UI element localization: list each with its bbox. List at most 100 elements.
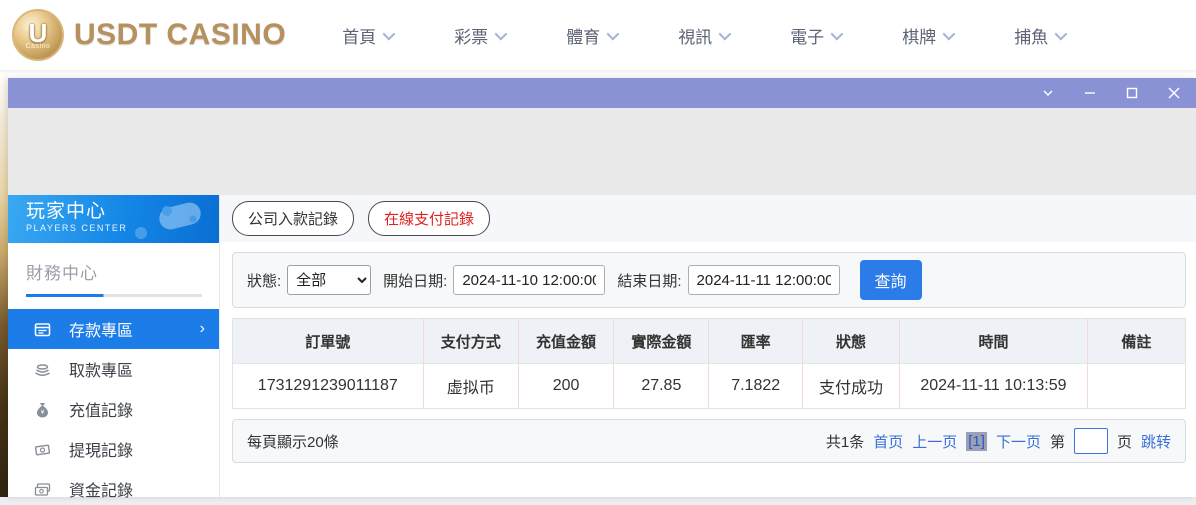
pagination-bar: 每頁顯示20條 共1条 首页 上一页 [1] 下一页 第 页 跳转 (232, 419, 1186, 463)
jump-button[interactable]: 跳转 (1141, 431, 1171, 452)
minimize-icon[interactable] (1082, 85, 1098, 101)
prev-page-link[interactable]: 上一页 (912, 431, 957, 452)
sidebar: 玩家中心 PLAYERS CENTER 財務中心 存款專區 › 取款專區 ¥ 充… (8, 195, 220, 500)
gamepad-icon (135, 202, 201, 239)
sidebar-header: 玩家中心 PLAYERS CENTER (8, 195, 219, 243)
sidebar-item-label: 資金記錄 (69, 483, 134, 500)
logo-sub-label: Casino (25, 42, 51, 50)
cashout-icon (34, 441, 51, 458)
chevron-down-icon (830, 27, 844, 40)
table-header-row: 訂單號 支付方式 充值金額 實際金額 匯率 狀態 時間 備註 (232, 318, 1186, 364)
nav-item-video[interactable]: 視訊 (678, 13, 732, 58)
table-row: 1731291239011187 虚拟币 200 27.85 7.1822 支付… (232, 363, 1186, 409)
tab-online-payment-records[interactable]: 在線支付記錄 (368, 201, 491, 236)
nav-item-slots[interactable]: 電子 (790, 13, 844, 58)
page-size-text: 每頁顯示20條 (247, 433, 339, 451)
cell-time: 2024-11-11 10:13:59 (899, 363, 1088, 409)
first-page-link[interactable]: 首页 (873, 431, 903, 452)
col-exchange-rate: 匯率 (708, 318, 803, 364)
col-time: 時間 (899, 318, 1088, 364)
end-date-input[interactable] (687, 265, 840, 295)
sidebar-section: 財務中心 (8, 243, 219, 297)
sidebar-item-withdrawal-records[interactable]: 提現記錄 (8, 429, 219, 469)
search-button[interactable]: 查詢 (859, 260, 922, 300)
background-page-edge (0, 70, 8, 505)
window-body: 玩家中心 PLAYERS CENTER 財務中心 存款專區 › 取款專區 ¥ 充… (8, 195, 1196, 500)
nav-item-sports[interactable]: 體育 (566, 13, 620, 58)
maximize-icon[interactable] (1124, 85, 1140, 101)
main-nav: 首頁 彩票 體育 視訊 電子 棋牌 捕魚 (342, 13, 1126, 58)
nav-item-fishing[interactable]: 捕魚 (1014, 13, 1068, 58)
chevron-right-icon: › (199, 320, 205, 337)
funds-icon (34, 481, 51, 498)
nav-item-chess[interactable]: 棋牌 (902, 13, 956, 58)
sidebar-item-deposit[interactable]: 存款專區 › (8, 309, 219, 349)
nav-item-home[interactable]: 首頁 (342, 13, 396, 58)
recharge-icon: ¥ (34, 401, 51, 418)
tab-company-deposit-records[interactable]: 公司入款記錄 (232, 201, 355, 236)
sidebar-item-withdraw[interactable]: 取款專區 (8, 349, 219, 389)
nav-label: 棋牌 (902, 27, 937, 47)
sidebar-item-label: 存款專區 (69, 323, 134, 340)
sidebar-item-fund-records[interactable]: 資金記錄 (8, 469, 219, 505)
content-inner: 狀態: 全部 開始日期: 結束日期: 查詢 訂單號 (220, 242, 1196, 463)
main-content: 公司入款記錄 在線支付記錄 狀態: 全部 開始日期: 結束日期: 查詢 (220, 195, 1196, 497)
sidebar-item-label: 取款專區 (69, 363, 134, 380)
withdraw-icon (34, 361, 51, 378)
cell-remark (1087, 363, 1186, 409)
close-icon[interactable] (1166, 85, 1182, 101)
nav-label: 首頁 (342, 27, 377, 47)
end-date-label: 結束日期: (617, 272, 682, 290)
cell-payment-method: 虚拟币 (423, 363, 519, 409)
nav-label: 捕魚 (1014, 27, 1049, 47)
sidebar-menu: 存款專區 › 取款專區 ¥ 充值記錄 提現記錄 資金記錄 (8, 309, 219, 505)
site-header: U Casino USDT CASINO 首頁 彩票 體育 視訊 電子 棋牌 捕… (0, 0, 1196, 70)
chevron-down-icon (382, 27, 396, 40)
chevron-down-icon (1054, 27, 1068, 40)
nav-label: 體育 (566, 27, 601, 47)
chevron-down-icon (718, 27, 732, 40)
col-status: 狀態 (802, 318, 901, 364)
current-page-indicator: [1] (966, 431, 987, 451)
deposit-icon (34, 321, 51, 338)
nav-label: 彩票 (454, 27, 489, 47)
filter-bar: 狀態: 全部 開始日期: 結束日期: 查詢 (232, 252, 1186, 308)
sidebar-item-recharge-records[interactable]: ¥ 充值記錄 (8, 389, 219, 429)
pagination-controls: 共1条 首页 上一页 [1] 下一页 第 页 跳转 (826, 428, 1171, 454)
col-order-number: 訂單號 (232, 318, 424, 364)
page: U Casino USDT CASINO 首頁 彩票 體育 視訊 電子 棋牌 捕… (0, 0, 1196, 505)
col-remark: 備註 (1087, 318, 1186, 364)
chevron-down-icon (942, 27, 956, 40)
nav-item-lottery[interactable]: 彩票 (454, 13, 508, 58)
page-jump-input[interactable] (1073, 428, 1108, 454)
record-tabs: 公司入款記錄 在線支付記錄 (220, 195, 1196, 242)
sidebar-section-label: 財務中心 (26, 264, 98, 283)
start-date-input[interactable] (453, 265, 606, 295)
cell-order-number: 1731291239011187 (232, 363, 424, 409)
banner-area (8, 108, 1196, 195)
col-payment-method: 支付方式 (423, 318, 519, 364)
logo-text: USDT CASINO (74, 18, 287, 51)
col-recharge-amount: 充值金額 (518, 318, 615, 364)
cell-exchange-rate: 7.1822 (708, 363, 803, 409)
site-logo[interactable]: U Casino USDT CASINO (12, 9, 286, 61)
cell-actual-amount: 27.85 (613, 363, 710, 409)
chevron-down-icon (494, 27, 508, 40)
next-page-link[interactable]: 下一页 (996, 431, 1041, 452)
player-center-window: 玩家中心 PLAYERS CENTER 財務中心 存款專區 › 取款專區 ¥ 充… (8, 78, 1196, 500)
logo-coin-icon: U Casino (12, 9, 64, 61)
nav-label: 視訊 (678, 27, 713, 47)
total-count-text: 共1条 (825, 433, 865, 451)
window-titlebar (8, 78, 1196, 108)
logo-letter: U (28, 17, 48, 48)
cell-status: 支付成功 (802, 363, 901, 409)
collapse-icon[interactable] (1040, 85, 1056, 101)
col-actual-amount: 實際金額 (613, 318, 710, 364)
records-table: 訂單號 支付方式 充值金額 實際金額 匯率 狀態 時間 備註 173129123… (232, 318, 1186, 409)
sidebar-section-underline (26, 294, 202, 297)
sidebar-item-label: 充值記錄 (69, 403, 134, 420)
nav-label: 電子 (790, 27, 825, 47)
cell-recharge-amount: 200 (518, 363, 615, 409)
jump-prefix-text: 第 (1049, 433, 1065, 451)
status-select[interactable]: 全部 (287, 265, 372, 295)
